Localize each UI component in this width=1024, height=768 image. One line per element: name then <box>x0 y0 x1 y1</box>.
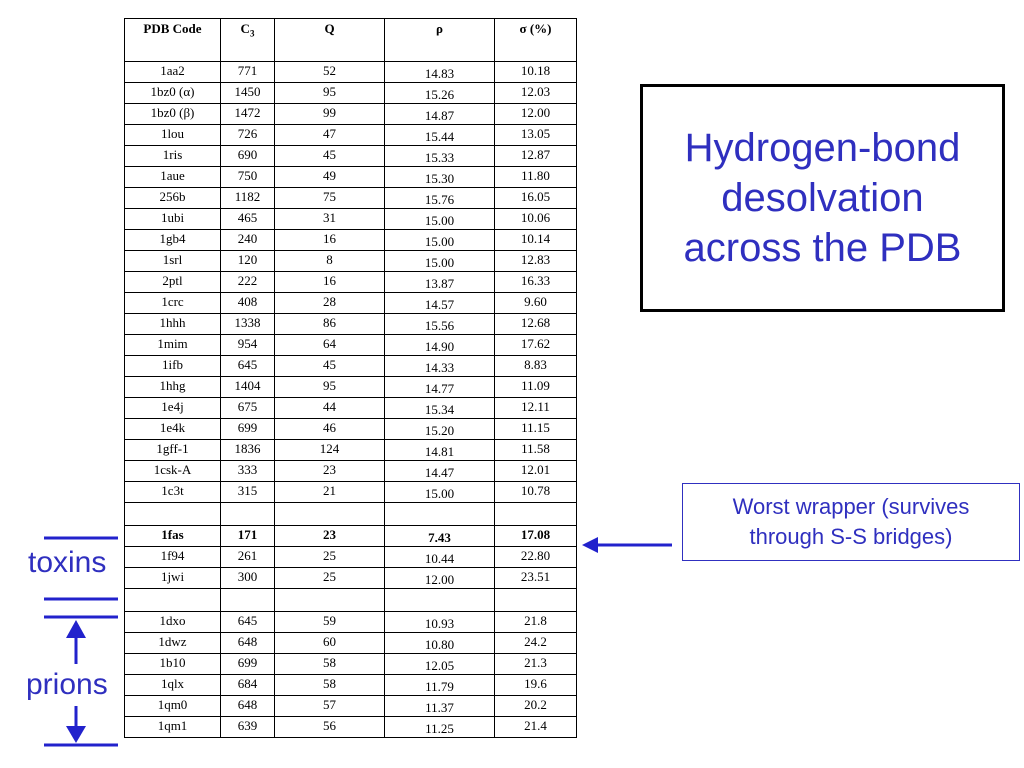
annotation-lines <box>44 536 672 747</box>
prions-down-arrowhead <box>66 726 86 743</box>
worst-wrapper-arrowhead <box>582 537 598 553</box>
prions-up-arrowhead <box>66 620 86 638</box>
